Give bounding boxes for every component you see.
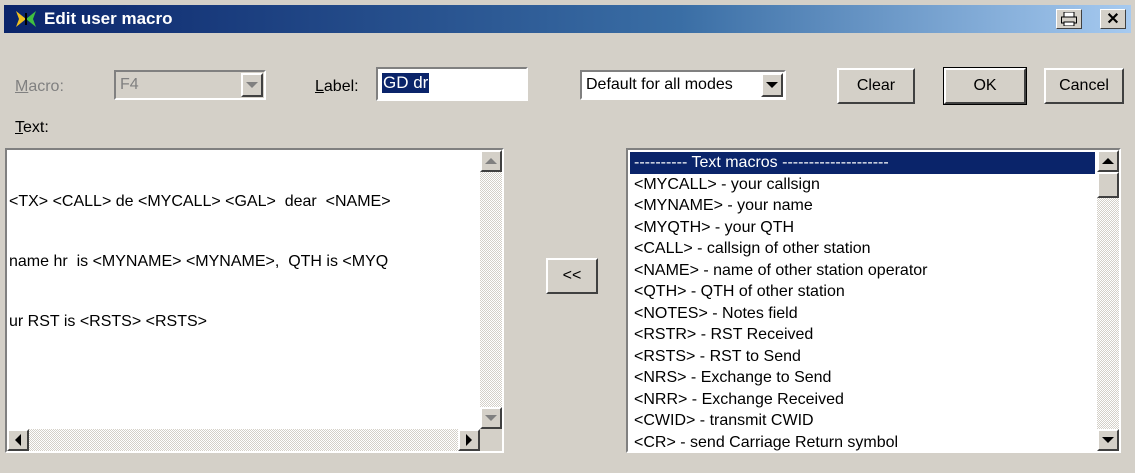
list-item[interactable]: <MYQTH> - your QTH bbox=[630, 217, 1095, 239]
title-bar[interactable]: Edit user macro ✕ bbox=[4, 5, 1131, 33]
chevron-down-icon bbox=[766, 82, 778, 88]
arrow-down-icon bbox=[485, 415, 497, 421]
mode-dropdown-button[interactable] bbox=[761, 73, 783, 97]
scroll-up-button[interactable] bbox=[480, 150, 502, 172]
text-label: Text: bbox=[15, 119, 49, 136]
scrollbar-corner bbox=[480, 429, 502, 451]
list-item[interactable]: <CR> - send Carriage Return symbol bbox=[630, 432, 1095, 452]
list-item[interactable]: <MYNAME> - your name bbox=[630, 195, 1095, 217]
list-item[interactable]: <MYCALL> - your callsign bbox=[630, 174, 1095, 196]
list-item[interactable]: <NAME> - name of other station operator bbox=[630, 260, 1095, 282]
list-item[interactable]: <NRR> - Exchange Received bbox=[630, 389, 1095, 411]
list-item[interactable]: <CALL> - callsign of other station bbox=[630, 238, 1095, 260]
printer-icon bbox=[1061, 12, 1077, 26]
insert-macro-button[interactable]: << bbox=[546, 258, 598, 294]
macro-value: F4 bbox=[120, 76, 139, 93]
macro-select: F4 bbox=[114, 70, 266, 100]
text-horizontal-scrollbar[interactable] bbox=[7, 429, 480, 451]
clear-button[interactable]: Clear bbox=[837, 68, 915, 104]
list-scroll-thumb[interactable] bbox=[1097, 172, 1119, 198]
list-item[interactable]: <RSTS> - RST to Send bbox=[630, 346, 1095, 368]
text-line: <TX> <CALL> de <MYCALL> <GAL> dear <NAME… bbox=[9, 193, 391, 210]
macro-text-area[interactable]: <TX> <CALL> de <MYCALL> <GAL> dear <NAME… bbox=[5, 148, 504, 453]
scroll-down-button[interactable] bbox=[480, 407, 502, 429]
ok-button[interactable]: OK bbox=[943, 67, 1027, 105]
mode-select[interactable]: Default for all modes bbox=[580, 70, 786, 100]
arrow-up-icon bbox=[1102, 158, 1114, 164]
list-item[interactable]: <NOTES> - Notes field bbox=[630, 303, 1095, 325]
mode-value: Default for all modes bbox=[586, 76, 733, 93]
window-title: Edit user macro bbox=[44, 9, 173, 28]
scroll-left-button[interactable] bbox=[7, 429, 29, 451]
label-input[interactable]: GD dr bbox=[376, 67, 528, 101]
print-button[interactable] bbox=[1056, 9, 1082, 29]
list-item[interactable]: <NRS> - Exchange to Send bbox=[630, 367, 1095, 389]
text-vertical-scrollbar[interactable] bbox=[480, 150, 502, 429]
arrow-up-icon bbox=[485, 158, 497, 164]
macro-list-items: ---------- Text macros -----------------… bbox=[630, 152, 1095, 451]
chevron-down-icon bbox=[246, 82, 258, 88]
close-icon: ✕ bbox=[1106, 11, 1120, 28]
list-item[interactable]: <RSTR> - RST Received bbox=[630, 324, 1095, 346]
macro-label: Macro: bbox=[15, 78, 64, 95]
arrow-right-icon bbox=[466, 434, 472, 446]
close-button[interactable]: ✕ bbox=[1100, 9, 1126, 29]
edit-macro-dialog: Edit user macro ✕ Macro: F4 Label: GD dr… bbox=[0, 0, 1135, 473]
scroll-right-button[interactable] bbox=[458, 429, 480, 451]
text-line: name hr is <MYNAME> <MYNAME>, QTH is <MY… bbox=[9, 253, 389, 270]
cancel-button-label: Cancel bbox=[1059, 77, 1109, 94]
label-input-value: GD dr bbox=[382, 73, 430, 93]
insert-button-label: << bbox=[562, 267, 582, 284]
list-item[interactable]: ---------- Text macros -----------------… bbox=[630, 152, 1095, 174]
macro-text-content[interactable]: <TX> <CALL> de <MYCALL> <GAL> dear <NAME… bbox=[9, 152, 479, 372]
arrow-left-icon bbox=[15, 434, 21, 446]
label-field-label: Label: bbox=[315, 78, 359, 95]
ok-button-label: OK bbox=[973, 77, 997, 94]
butterfly-icon bbox=[16, 11, 36, 27]
text-line: ur RST is <RSTS> <RSTS> bbox=[9, 313, 207, 330]
scroll-down-button[interactable] bbox=[1097, 429, 1119, 451]
list-item[interactable]: <QTH> - QTH of other station bbox=[630, 281, 1095, 303]
clear-button-label: Clear bbox=[856, 77, 896, 94]
text-macros-list[interactable]: ---------- Text macros -----------------… bbox=[626, 148, 1121, 453]
cancel-button[interactable]: Cancel bbox=[1044, 68, 1124, 104]
macro-dropdown-button bbox=[241, 73, 263, 97]
list-vertical-scrollbar[interactable] bbox=[1097, 150, 1119, 451]
scroll-up-button[interactable] bbox=[1097, 150, 1119, 172]
list-item[interactable]: <CWID> - transmit CWID bbox=[630, 410, 1095, 432]
arrow-down-icon bbox=[1102, 437, 1114, 443]
